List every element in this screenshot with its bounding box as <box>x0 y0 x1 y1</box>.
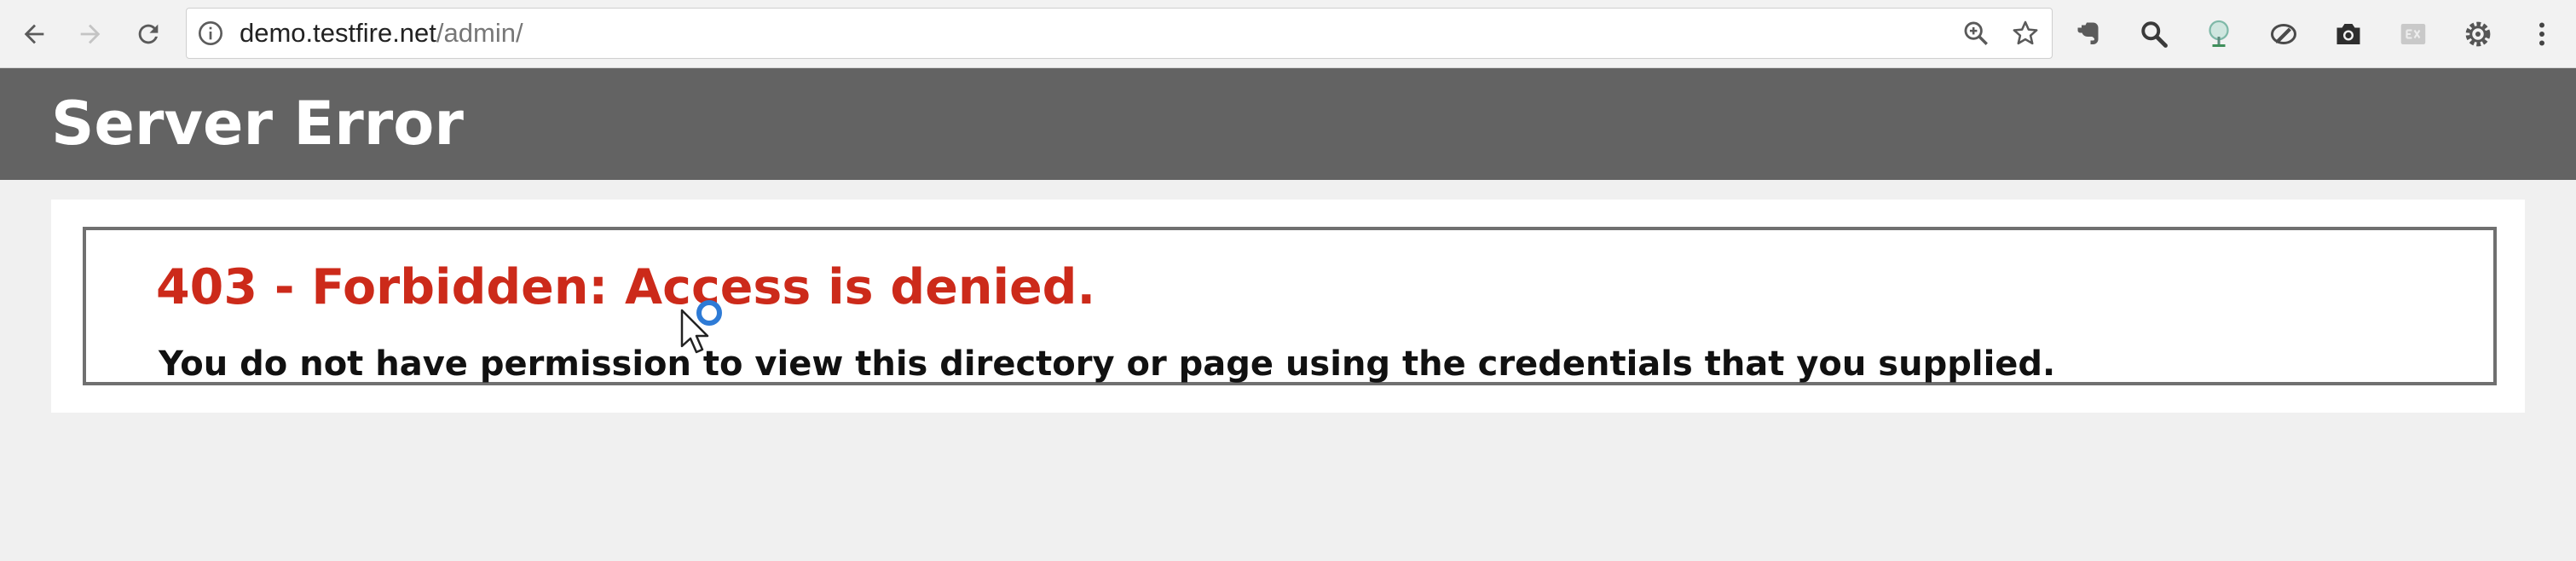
ex-extension[interactable] <box>2396 17 2430 51</box>
address-bar[interactable]: demo.testfire.net/admin/ <box>186 8 2053 59</box>
back-arrow-icon <box>24 24 44 44</box>
browser-menu-button[interactable] <box>2523 17 2561 51</box>
camera-icon <box>2336 24 2360 44</box>
page-title: Server Error <box>51 89 464 159</box>
url-path: /admin/ <box>436 18 523 48</box>
error-box: 403 - Forbidden: Access is denied. You d… <box>83 227 2497 385</box>
pen-extension[interactable] <box>2267 17 2301 51</box>
info-icon[interactable] <box>197 20 224 47</box>
content-area: 403 - Forbidden: Access is denied. You d… <box>51 200 2525 413</box>
gear-icon <box>2465 21 2491 47</box>
search-icon <box>2141 21 2168 48</box>
camera-extension[interactable] <box>2331 17 2365 51</box>
error-title: 403 - Forbidden: Access is denied. <box>156 259 1096 315</box>
ex-icon <box>2400 24 2426 44</box>
url-text[interactable]: demo.testfire.net/admin/ <box>240 9 523 58</box>
reload-button[interactable] <box>126 12 170 56</box>
page-header: Server Error <box>0 68 2576 180</box>
forward-arrow-icon <box>80 24 101 44</box>
tree-icon <box>2209 20 2229 47</box>
zoom-icon[interactable] <box>1961 19 1990 48</box>
reload-icon <box>138 24 159 44</box>
forward-button[interactable] <box>68 12 113 56</box>
browser-toolbar: demo.testfire.net/admin/ <box>0 0 2576 68</box>
error-message: You do not have permission to view this … <box>159 344 2056 384</box>
evernote-icon <box>2077 22 2099 44</box>
kebab-menu-icon <box>2539 22 2544 46</box>
star-icon[interactable] <box>2011 19 2040 48</box>
settings-extension[interactable] <box>2461 17 2495 51</box>
search-extension[interactable] <box>2137 17 2171 51</box>
pen-icon <box>2271 24 2296 44</box>
evernote-extension[interactable] <box>2072 17 2106 51</box>
tree-extension[interactable] <box>2202 17 2236 51</box>
mouse-cursor-icon <box>680 300 722 354</box>
back-button[interactable] <box>12 12 56 56</box>
url-host: demo.testfire.net <box>240 18 436 48</box>
